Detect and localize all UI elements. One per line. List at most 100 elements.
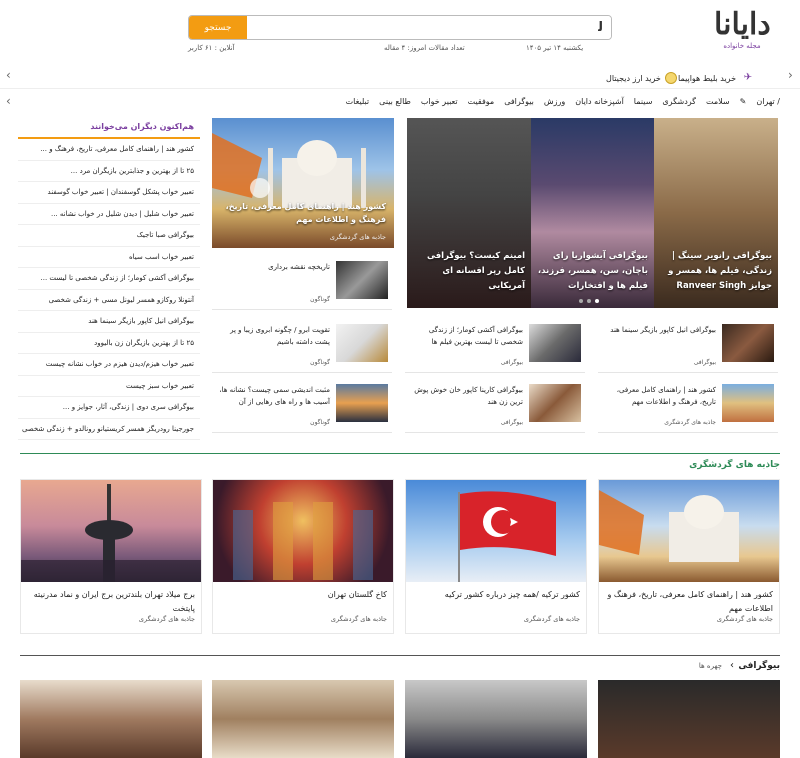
article-card[interactable]: بیوگرافی کارینا کاپور خان خوش پوش ترین ز… bbox=[405, 378, 585, 433]
turkey-flag-image bbox=[458, 491, 556, 582]
article-card[interactable]: تقویت ابرو / چگونه ابروی زیبا و پر پشت د… bbox=[212, 318, 392, 373]
search-button[interactable]: جستجو bbox=[189, 16, 247, 39]
card-thumbnail bbox=[722, 324, 774, 362]
sidebar-link[interactable]: ۲۵ تا از بهترین و جذابترین بازیگران مرد … bbox=[18, 161, 200, 182]
sidebar-link[interactable]: بیوگرافی صبا تاجیک bbox=[18, 225, 200, 247]
card-category: جاذبه های گردشگری bbox=[664, 419, 716, 426]
taj-mahal-image bbox=[212, 133, 366, 208]
tourism-card[interactable]: کشور ترکیه /همه چیز درباره کشور ترکیه جا… bbox=[405, 479, 587, 634]
taj-mahal-image bbox=[599, 490, 739, 562]
article-card[interactable]: کشور هند | راهنمای کامل معرفی، تاریخ، فر… bbox=[598, 378, 778, 433]
sidebar-link[interactable]: تعبیر خواب اسب سیاه bbox=[18, 247, 200, 268]
card-thumbnail bbox=[722, 384, 774, 422]
sidebar-link[interactable]: بیوگرافی انیل کاپور بازیگر سینما هند bbox=[18, 311, 200, 333]
tourism-card[interactable]: کشور هند | راهنمای کامل معرفی، تاریخ، فر… bbox=[598, 479, 780, 634]
card-thumbnail bbox=[336, 384, 388, 422]
sidebar-link[interactable]: تعبیر خواب شلیل | دیدن شلیل در خواب نشان… bbox=[18, 204, 200, 225]
featured-category: جاذبه های گردشگری bbox=[329, 233, 386, 241]
chevron-left-icon: ‹ bbox=[730, 660, 734, 671]
site-logo[interactable]: دایانا مجله خانواده bbox=[714, 7, 773, 51]
card-category: جاذبه های گردشگری bbox=[716, 615, 773, 623]
article-card[interactable]: تاریخچه نقشه برداری گوناگون bbox=[212, 255, 392, 310]
slider-dots bbox=[579, 299, 599, 303]
slide[interactable]: بیوگرافی رانویر سینگ | زندگی، فیلم ها، ه… bbox=[654, 118, 778, 308]
nav-item-tehran[interactable]: تهران / bbox=[756, 97, 780, 106]
sidebar-link[interactable]: بیوگرافی سری دوی | زندگی، آثار، جوایز و … bbox=[18, 397, 200, 419]
chevron-right-icon[interactable]: › bbox=[788, 68, 793, 82]
nav-item-ads[interactable]: تبلیغات bbox=[346, 97, 370, 106]
slide[interactable]: بیوگرافی آیشواریا رای باچان، سن، همسر، ف… bbox=[530, 118, 654, 308]
biography-section-title[interactable]: بیوگرافی bbox=[738, 661, 780, 671]
sidebar-link[interactable]: ۲۵ تا از بهترین بازیگران زن بالیوود bbox=[18, 333, 200, 354]
article-card[interactable]: مثبت اندیشی سمی چیست؟ نشانه ها، آسیب ها … bbox=[212, 378, 392, 433]
card-title: برج میلاد تهران بلندترین برج ایران و نما… bbox=[33, 590, 195, 613]
sidebar-link[interactable]: جورجینا رودریگز همسر کریستیانو رونالدو +… bbox=[18, 419, 200, 440]
article-card[interactable]: بیوگرافی انیل کاپور بازیگر سینما هند بیو… bbox=[598, 318, 778, 373]
biography-thumbnail[interactable] bbox=[405, 680, 587, 758]
chevron-left-icon[interactable]: ‹ bbox=[6, 68, 11, 82]
card-title: کشور هند | راهنمای کامل معرفی، تاریخ، فر… bbox=[607, 590, 773, 613]
article-card[interactable]: بیوگرافی آکشی کومار؛ از زندگی شخصی تا لی… bbox=[405, 318, 585, 373]
slider-dot-active[interactable] bbox=[595, 299, 599, 303]
articles-today: تعداد مقالات امروز: ۴ مقاله bbox=[384, 44, 465, 52]
sidebar-link[interactable]: کشور هند | راهنمای کامل معرفی، تاریخ، فر… bbox=[18, 139, 200, 161]
search-input[interactable] bbox=[247, 16, 611, 39]
card-title: بیوگرافی آکشی کومار؛ از زندگی شخصی تا لی… bbox=[428, 326, 523, 346]
online-users: آنلاین : ۶۱ کاربر bbox=[188, 44, 235, 52]
biography-thumbnail[interactable] bbox=[598, 680, 780, 758]
nav-item-biography[interactable]: بیوگرافی bbox=[504, 97, 534, 106]
tourism-card[interactable]: برج میلاد تهران بلندترین برج ایران و نما… bbox=[20, 479, 202, 634]
featured-article[interactable]: کشور هند | راهنمای کامل معرفی، تاریخ، فر… bbox=[212, 118, 394, 248]
card-category: گوناگون bbox=[310, 419, 330, 426]
sidebar-link[interactable]: تعبیر خواب پشکل گوسفندان | تعبیر خواب گو… bbox=[18, 182, 200, 204]
slide-caption: امینم کیست؟ بیوگرافی کامل رپر افسانه ای … bbox=[427, 251, 525, 291]
sidebar-link[interactable]: آنتونلا روکازو همسر لیونل مسی + زندگی شخ… bbox=[18, 290, 200, 311]
card-thumbnail bbox=[406, 480, 586, 582]
card-thumbnail bbox=[529, 384, 581, 422]
logo-text: دایانا bbox=[714, 7, 773, 42]
biography-thumbnail[interactable] bbox=[20, 680, 202, 758]
card-title: بیوگرافی کارینا کاپور خان خوش پوش ترین ز… bbox=[414, 386, 523, 406]
slide[interactable]: امینم کیست؟ بیوگرافی کامل رپر افسانه ای … bbox=[407, 118, 531, 308]
nav-item-kitchen[interactable]: آشپزخانه دایان bbox=[575, 97, 624, 106]
card-category: جاذبه های گردشگری bbox=[330, 615, 387, 623]
biography-subcategory[interactable]: چهره ها bbox=[699, 662, 722, 670]
card-category: بیوگرافی bbox=[693, 359, 716, 366]
nav-item-health[interactable]: سلامت bbox=[706, 97, 730, 106]
nav-item-horoscope[interactable]: طالع بینی bbox=[379, 97, 411, 106]
nav-item-dreams[interactable]: تعبیر خواب bbox=[421, 97, 458, 106]
tourism-section-title[interactable]: جاذبه های گردشگری bbox=[689, 460, 780, 470]
golestan-palace-image bbox=[233, 502, 373, 580]
search-brand-icon: ﻟ bbox=[598, 20, 603, 35]
chevron-left-icon[interactable]: ‹ bbox=[6, 94, 11, 108]
ad-link-label: خرید ارز دیجیتال bbox=[606, 73, 661, 83]
popular-sidebar: هم‌اکنون دیگران می‌خوانند کشور هند | راه… bbox=[18, 118, 200, 440]
current-date: یکشنبه ۱۴ تیر ۱۴۰۵ bbox=[526, 44, 584, 52]
slide-caption: بیوگرافی آیشواریا رای باچان، سن، همسر، ف… bbox=[537, 251, 648, 291]
sidebar-link[interactable]: بیوگرافی آکشی کومار؛ از زندگی شخصی تا لی… bbox=[18, 268, 200, 290]
search-bar: ﻟ جستجو bbox=[188, 15, 612, 40]
sidebar-link[interactable]: تعبیر خواب سبز چیست bbox=[18, 376, 200, 397]
ad-link-flight[interactable]: ✈ خرید بلیط هواپیما bbox=[678, 72, 752, 84]
section-divider bbox=[20, 453, 780, 454]
hero-slider[interactable]: بیوگرافی رانویر سینگ | زندگی، فیلم ها، ه… bbox=[407, 118, 778, 308]
card-category: بیوگرافی bbox=[500, 359, 523, 366]
nav-item-tourism[interactable]: گردشگری bbox=[662, 97, 696, 106]
card-thumbnail bbox=[21, 480, 201, 582]
card-category: بیوگرافی bbox=[500, 419, 523, 426]
nav-item-cinema[interactable]: سینما bbox=[634, 97, 653, 106]
sidebar-link[interactable]: تعبیر خواب هیزم/دیدن هیزم در خواب نشانه … bbox=[18, 354, 200, 376]
tourism-card[interactable]: کاخ گلستان تهران جاذبه های گردشگری bbox=[212, 479, 394, 634]
nav-item-success[interactable]: موفقیت bbox=[468, 97, 495, 106]
featured-title: کشور هند | راهنمای کامل معرفی، تاریخ، فر… bbox=[225, 202, 386, 224]
ad-link-crypto[interactable]: خرید ارز دیجیتال bbox=[606, 72, 677, 84]
slider-dot[interactable] bbox=[587, 299, 591, 303]
biography-thumbnail[interactable] bbox=[212, 680, 394, 758]
pencil-icon[interactable]: ✎ bbox=[740, 97, 747, 106]
card-thumbnail bbox=[336, 324, 388, 362]
nav-item-sport[interactable]: ورزش bbox=[544, 97, 565, 106]
sidebar-title: هم‌اکنون دیگران می‌خوانند bbox=[18, 118, 200, 139]
logo-subtitle: مجله خانواده bbox=[723, 42, 761, 50]
coin-icon bbox=[664, 72, 677, 84]
slider-dot[interactable] bbox=[579, 299, 583, 303]
